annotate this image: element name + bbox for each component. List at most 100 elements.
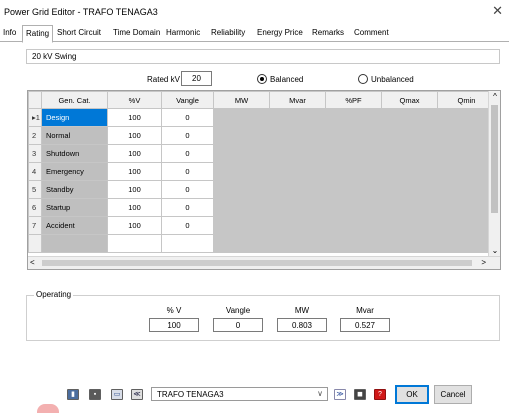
col-header-qmax[interactable]: Qmax xyxy=(381,91,438,109)
row-marker[interactable]: 3 xyxy=(28,144,42,163)
tab-reliability[interactable]: Reliability xyxy=(211,28,245,37)
horizontal-scrollbar[interactable]: < > xyxy=(28,256,500,269)
pf-cell xyxy=(325,108,382,127)
ok-button[interactable]: OK xyxy=(395,385,429,404)
gen-cat-cell[interactable] xyxy=(41,234,108,253)
operating-vangle-field: 0 xyxy=(213,318,263,332)
table-row[interactable]: 2 Normal 100 0 xyxy=(28,126,496,145)
v-cell[interactable] xyxy=(107,234,162,253)
unbalanced-radio[interactable] xyxy=(358,74,368,84)
row-marker[interactable]: 7 xyxy=(28,216,42,235)
col-header-qmin[interactable]: Qmin xyxy=(437,91,496,109)
scroll-left-icon[interactable]: < xyxy=(30,257,35,269)
vangle-cell[interactable] xyxy=(161,234,214,253)
scroll-up-icon[interactable]: ^ xyxy=(489,91,500,103)
v-cell[interactable]: 100 xyxy=(107,180,162,199)
row-marker[interactable]: 5 xyxy=(28,180,42,199)
table-row[interactable]: 3 Shutdown 100 0 xyxy=(28,144,496,163)
vangle-cell[interactable]: 0 xyxy=(161,216,214,235)
next-icon[interactable]: ≫ xyxy=(334,389,346,400)
tab-energy-price[interactable]: Energy Price xyxy=(257,28,303,37)
balanced-radio[interactable] xyxy=(257,74,267,84)
cancel-button[interactable]: Cancel xyxy=(434,385,472,404)
first-record-icon[interactable]: ▮ xyxy=(67,389,79,400)
rating-grid[interactable]: Gen. Cat. %V Vangle MW Mvar %PF Qmax Qmi… xyxy=(27,90,501,270)
gen-cat-cell[interactable]: Shutdown xyxy=(41,144,108,163)
v-cell[interactable]: 100 xyxy=(107,216,162,235)
gen-cat-cell[interactable]: Standby xyxy=(41,180,108,199)
rating-table: Gen. Cat. %V Vangle MW Mvar %PF Qmax Qmi… xyxy=(28,91,496,253)
col-header-mvar[interactable]: Mvar xyxy=(269,91,326,109)
table-header-row: Gen. Cat. %V Vangle MW Mvar %PF Qmax Qmi… xyxy=(28,91,496,109)
mvar-cell xyxy=(269,198,326,217)
row-marker[interactable]: 2 xyxy=(28,126,42,145)
v-cell[interactable]: 100 xyxy=(107,126,162,145)
taskbar-fragment xyxy=(37,404,59,413)
table-row[interactable]: 5 Standby 100 0 xyxy=(28,180,496,199)
tab-time-domain[interactable]: Time Domain xyxy=(113,28,160,37)
tab-comment[interactable]: Comment xyxy=(354,28,389,37)
mvar-cell xyxy=(269,108,326,127)
mw-cell xyxy=(213,180,270,199)
vangle-cell[interactable]: 0 xyxy=(161,198,214,217)
tab-strip: Info Rating Short Circuit Time Domain Ha… xyxy=(0,24,509,43)
gen-cat-cell[interactable]: Startup xyxy=(41,198,108,217)
vertical-scrollbar[interactable]: ^ ⌄ xyxy=(488,91,500,257)
operating-label: Operating xyxy=(34,290,74,299)
vangle-cell[interactable]: 0 xyxy=(161,144,214,163)
qmax-cell xyxy=(381,216,438,235)
qmax-cell xyxy=(381,144,438,163)
qmin-cell xyxy=(437,108,496,127)
scroll-right-icon[interactable]: > xyxy=(481,257,486,269)
table-row[interactable]: 4 Emergency 100 0 xyxy=(28,162,496,181)
close-icon[interactable]: ✕ xyxy=(492,4,503,18)
tab-rating[interactable]: Rating xyxy=(22,25,54,43)
col-header-v[interactable]: %V xyxy=(107,91,162,109)
v-cell[interactable]: 100 xyxy=(107,108,162,127)
help-icon[interactable]: ? xyxy=(374,389,386,400)
tab-short-circuit[interactable]: Short Circuit xyxy=(57,28,101,37)
vangle-cell[interactable]: 0 xyxy=(161,108,214,127)
vangle-cell[interactable]: 0 xyxy=(161,162,214,181)
gen-cat-cell[interactable]: Accident xyxy=(41,216,108,235)
row-marker[interactable]: 6 xyxy=(28,198,42,217)
mw-cell xyxy=(213,126,270,145)
table-row[interactable]: 6 Startup 100 0 xyxy=(28,198,496,217)
row-marker[interactable] xyxy=(28,234,42,253)
gen-cat-cell[interactable]: Emergency xyxy=(41,162,108,181)
element-selector-value: TRAFO TENAGA3 xyxy=(157,390,224,399)
table-row[interactable]: ▸1 Design 100 0 xyxy=(28,108,496,127)
v-cell[interactable]: 100 xyxy=(107,144,162,163)
col-header-mw[interactable]: MW xyxy=(213,91,270,109)
col-header-vangle[interactable]: Vangle xyxy=(161,91,214,109)
v-cell[interactable]: 100 xyxy=(107,198,162,217)
col-header-pf[interactable]: %PF xyxy=(325,91,382,109)
operating-mw-field: 0.803 xyxy=(277,318,327,332)
row-marker[interactable]: ▸1 xyxy=(28,108,42,127)
horizontal-scroll-thumb[interactable] xyxy=(42,260,472,266)
table-row[interactable]: 7 Accident 100 0 xyxy=(28,216,496,235)
mw-cell xyxy=(213,198,270,217)
print-icon[interactable]: ▭ xyxy=(111,389,123,400)
v-cell[interactable]: 100 xyxy=(107,162,162,181)
mvar-cell xyxy=(269,126,326,145)
element-selector[interactable]: TRAFO TENAGA3 ∨ xyxy=(151,387,328,401)
tab-remarks[interactable]: Remarks xyxy=(312,28,344,37)
qmax-cell xyxy=(381,108,438,127)
tab-harmonic[interactable]: Harmonic xyxy=(166,28,200,37)
col-header-gen-cat[interactable]: Gen. Cat. xyxy=(41,91,108,109)
vangle-cell[interactable]: 0 xyxy=(161,180,214,199)
vertical-scroll-thumb[interactable] xyxy=(491,105,498,213)
gen-cat-cell[interactable]: Normal xyxy=(41,126,108,145)
gen-cat-cell[interactable]: Design xyxy=(41,108,108,127)
table-row-partial[interactable] xyxy=(28,234,496,253)
find-icon[interactable]: ◼ xyxy=(354,389,366,400)
tab-info[interactable]: Info xyxy=(3,28,16,37)
rated-kv-input[interactable]: 20 xyxy=(181,71,212,86)
pf-cell xyxy=(325,198,382,217)
row-marker[interactable]: 4 xyxy=(28,162,42,181)
chevron-down-icon[interactable]: ∨ xyxy=(317,389,323,398)
save-icon[interactable]: ▪ xyxy=(89,389,101,400)
previous-icon[interactable]: ≪ xyxy=(131,389,143,400)
vangle-cell[interactable]: 0 xyxy=(161,126,214,145)
